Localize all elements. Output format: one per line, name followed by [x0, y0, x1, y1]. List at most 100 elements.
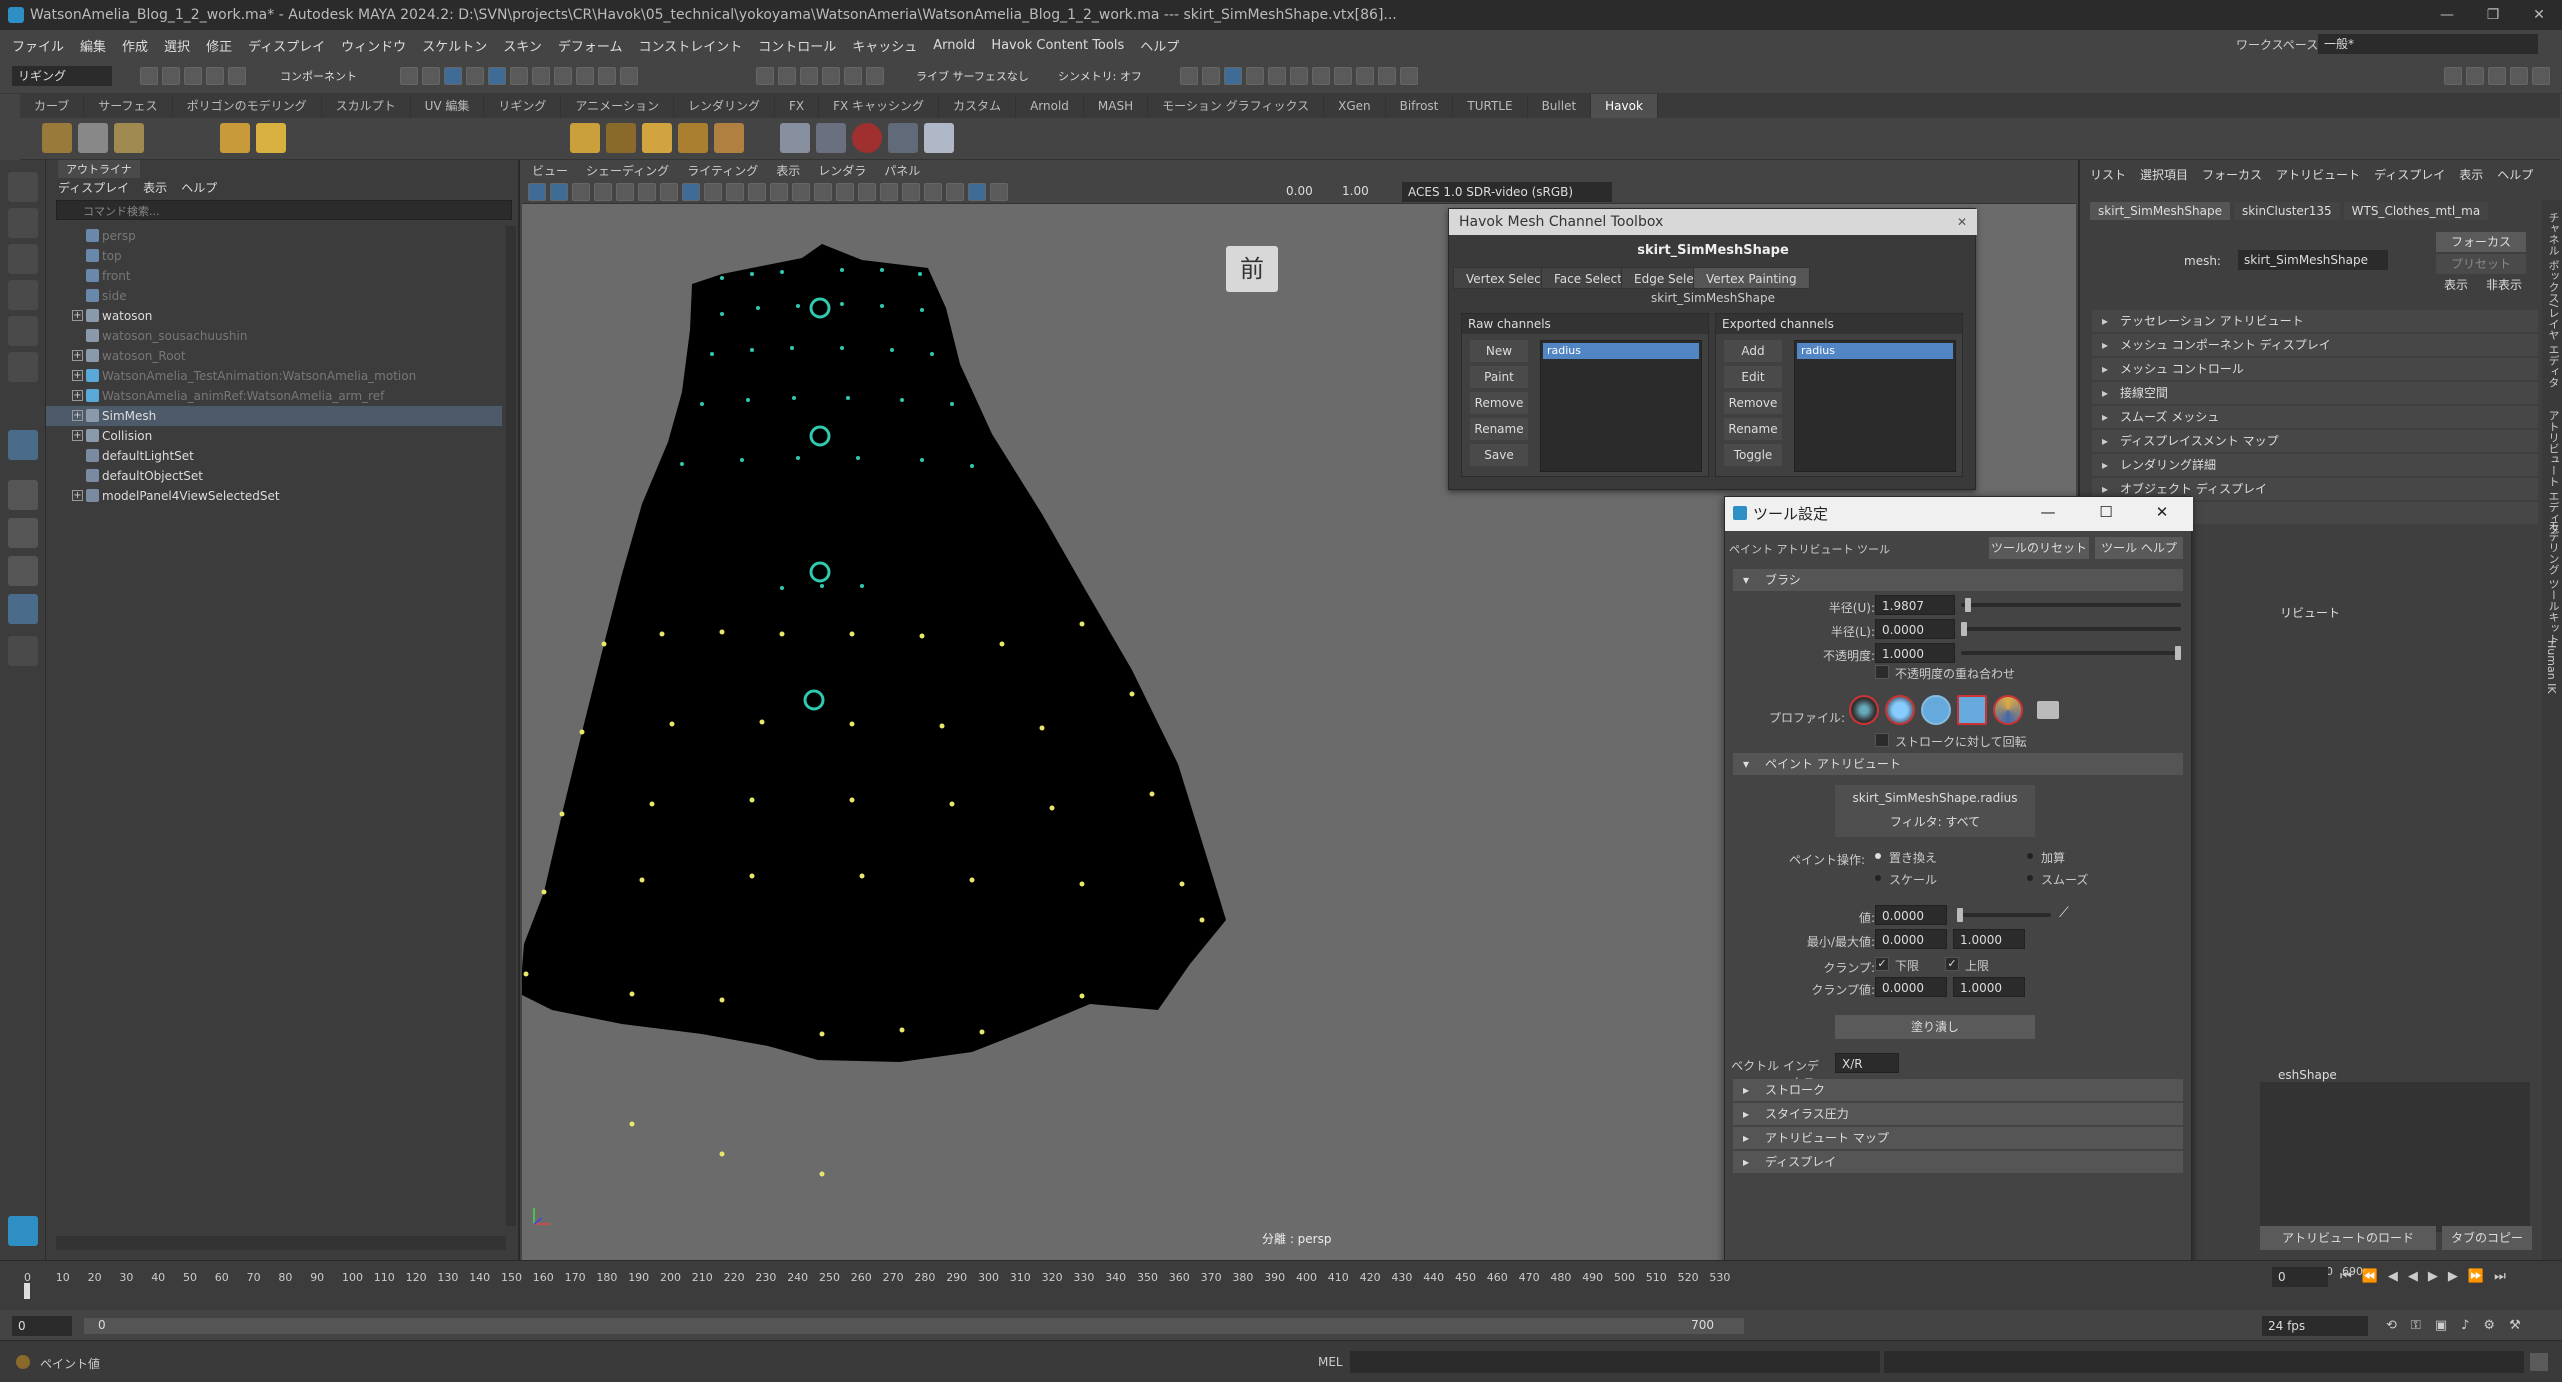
- havok-mesh-icon[interactable]: [606, 123, 636, 153]
- paint-select-icon[interactable]: [8, 244, 38, 274]
- op-smooth-radio[interactable]: [2027, 875, 2033, 881]
- raw-remove-button[interactable]: Remove: [1470, 392, 1528, 414]
- maya-home-icon[interactable]: [8, 1216, 38, 1246]
- havok-tool-icon[interactable]: [114, 123, 144, 153]
- shelf-tab[interactable]: UV 編集: [411, 94, 485, 118]
- value-field[interactable]: 0.0000: [1875, 905, 1947, 925]
- viewcube[interactable]: 前: [1226, 246, 1278, 292]
- go-start-icon[interactable]: ⏮: [2340, 1269, 2352, 1284]
- clamp-min-field[interactable]: 0.0000: [1875, 977, 1947, 997]
- shelf-tab[interactable]: スカルプト: [322, 94, 411, 118]
- mask-joint-icon[interactable]: [554, 67, 572, 85]
- minimize-icon[interactable]: —: [2424, 0, 2470, 30]
- raw-paint-button[interactable]: Paint: [1470, 366, 1528, 388]
- menu-item[interactable]: Havok Content Tools: [991, 38, 1124, 53]
- loop-icon[interactable]: ⟲: [2386, 1318, 2397, 1333]
- snap-point-icon[interactable]: [800, 67, 818, 85]
- shelf-tab[interactable]: カスタム: [939, 94, 1017, 118]
- record-icon[interactable]: [1378, 67, 1396, 85]
- shelf-tab[interactable]: XGen: [1324, 94, 1386, 118]
- backface-icon[interactable]: [946, 183, 964, 201]
- expand-icon[interactable]: +: [72, 350, 83, 361]
- menu-item[interactable]: コントロール: [758, 36, 836, 55]
- camera-attr-icon[interactable]: [550, 183, 568, 201]
- wireframe-icon[interactable]: [682, 183, 700, 201]
- smooth-shade-icon[interactable]: [704, 183, 722, 201]
- havok-preview-icon[interactable]: [78, 123, 108, 153]
- ts-maximize-icon[interactable]: ☐: [2091, 503, 2121, 521]
- outliner-row[interactable]: + WatsonAmelia_animRef:WatsonAmelia_arm_r…: [46, 386, 502, 406]
- ts-close-icon[interactable]: ✕: [2147, 503, 2177, 521]
- mask-misc-icon[interactable]: [576, 67, 594, 85]
- outliner-row[interactable]: defaultObjectSet: [46, 466, 502, 486]
- panel-lock-icon[interactable]: [2532, 67, 2550, 85]
- arnold-render-icon[interactable]: [1312, 67, 1330, 85]
- symmetry-label[interactable]: シンメトリ: オフ: [1058, 68, 1142, 84]
- raw-channel-list[interactable]: radius: [1540, 340, 1702, 472]
- ae-section[interactable]: ディスプレイスメント マップ: [2092, 430, 2538, 452]
- rotate-to-stroke-checkbox[interactable]: [1875, 733, 1889, 747]
- folder-icon[interactable]: [2037, 701, 2059, 719]
- layout-four-icon[interactable]: [8, 518, 38, 548]
- resolution-gate-icon[interactable]: [660, 183, 678, 201]
- play-icon[interactable]: ▶: [2428, 1269, 2438, 1284]
- mesh-name-field[interactable]: skirt_SimMeshShape: [2238, 250, 2388, 270]
- colorspace-select[interactable]: ACES 1.0 SDR-video (sRGB): [1402, 182, 1612, 202]
- viewport-menu-item[interactable]: パネル: [884, 162, 920, 179]
- camera-select-icon[interactable]: [528, 183, 546, 201]
- flood-button[interactable]: 塗り潰し: [1835, 1015, 2035, 1039]
- havok-body-icon[interactable]: [678, 123, 708, 153]
- viewport-menu-item[interactable]: レンダラ: [818, 162, 866, 179]
- menu-item[interactable]: 選択: [164, 36, 190, 55]
- render-setup-icon[interactable]: [1268, 67, 1286, 85]
- exported-channel-list[interactable]: radius: [1794, 340, 1956, 472]
- anim-layer-icon[interactable]: ▣: [2435, 1318, 2447, 1333]
- bookmark-icon[interactable]: [572, 183, 590, 201]
- select-hierarchy-icon[interactable]: [400, 67, 418, 85]
- outliner-menu-item[interactable]: 表示: [143, 179, 167, 196]
- textures-icon[interactable]: [726, 183, 744, 201]
- collapsed-section[interactable]: ストローク: [1733, 1079, 2183, 1101]
- outliner-row[interactable]: front: [46, 266, 502, 286]
- havok-chart-icon[interactable]: [780, 123, 810, 153]
- scene-start-field[interactable]: 0: [12, 1316, 72, 1336]
- shelf-tab[interactable]: サーフェス: [84, 94, 173, 118]
- layout-single-icon[interactable]: [8, 480, 38, 510]
- radius-l-knob[interactable]: [1961, 622, 1967, 636]
- select-tool-icon[interactable]: [8, 172, 38, 202]
- exported-toggle-button[interactable]: Toggle: [1724, 444, 1782, 466]
- side-tab-modeling-toolkit[interactable]: モデリング ツールキット: [2545, 520, 2561, 645]
- render-settings-icon[interactable]: [1224, 67, 1242, 85]
- ae-section[interactable]: レンダリング詳細: [2092, 454, 2538, 476]
- show-button[interactable]: 表示: [2436, 276, 2476, 294]
- copy-tab-button[interactable]: タブのコピー: [2442, 1226, 2532, 1250]
- shelf-tab[interactable]: レンダリング: [674, 94, 775, 118]
- pick-value-icon[interactable]: ⟋: [2059, 905, 2079, 925]
- load-attributes-button[interactable]: アトリビュートのロード: [2260, 1226, 2436, 1250]
- ae-section[interactable]: メッシュ コンポーネント ディスプレイ: [2092, 334, 2538, 356]
- reset-tool-button[interactable]: ツールのリセット: [1989, 537, 2089, 559]
- value-slider[interactable]: [1957, 913, 2051, 917]
- havok-anim-icon[interactable]: [220, 123, 250, 153]
- prefs-icon[interactable]: ⚒: [2509, 1318, 2521, 1333]
- raw-new-button[interactable]: New: [1470, 340, 1528, 362]
- exposure-value[interactable]: 0.00: [1286, 184, 1313, 198]
- havok-cloth-icon[interactable]: [570, 123, 600, 153]
- outliner-row[interactable]: + modelPanel4ViewSelectedSet: [46, 486, 502, 506]
- modeling-toolkit-icon[interactable]: [2444, 67, 2462, 85]
- sound-icon[interactable]: ♪: [2461, 1318, 2469, 1333]
- outliner-row[interactable]: top: [46, 246, 502, 266]
- move-tool-icon[interactable]: [8, 280, 38, 310]
- clamp-max-field[interactable]: 1.0000: [1953, 977, 2025, 997]
- save-scene-icon[interactable]: [184, 67, 202, 85]
- ae-menu-item[interactable]: ヘルプ: [2497, 166, 2533, 183]
- vector-index-select[interactable]: X/R: [1835, 1053, 1899, 1073]
- step-back-icon[interactable]: ◀︎: [2388, 1269, 2398, 1284]
- ae-section[interactable]: スムーズ メッシュ: [2092, 406, 2538, 428]
- script-editor-icon[interactable]: [2530, 1353, 2548, 1371]
- lasso-tool-icon[interactable]: [8, 208, 38, 238]
- step-forward-icon[interactable]: ▶︎: [2448, 1269, 2458, 1284]
- xray-joints-icon[interactable]: [902, 183, 920, 201]
- lock-icon[interactable]: [598, 67, 616, 85]
- isolate-icon[interactable]: [858, 183, 876, 201]
